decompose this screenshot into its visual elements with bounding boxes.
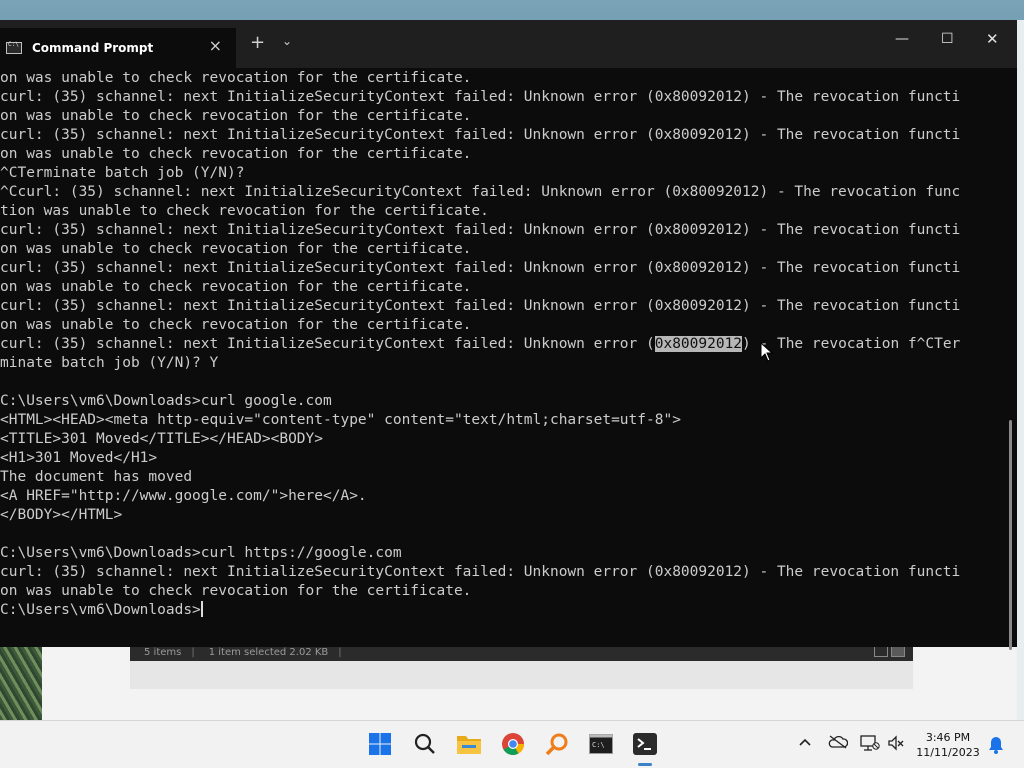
console-line: C:\Users\vm6\Downloads>curl google.com — [0, 393, 332, 409]
console-line: </BODY></HTML> — [0, 507, 123, 523]
title-bar[interactable]: Command Prompt × + ⌄ — ☐ ✕ — [0, 20, 1017, 68]
console-output[interactable]: on was unable to check revocation for th… — [0, 68, 1005, 648]
terminal-icon — [633, 733, 657, 755]
clock-date: 11/11/2023 — [916, 746, 980, 759]
text-selection[interactable]: 0x80092012 — [654, 336, 743, 352]
console-line: <TITLE>301 Moved</TITLE></HEAD><BODY> — [0, 431, 324, 447]
command-prompt-line[interactable]: C:\Users\vm6\Downloads> — [0, 601, 1005, 620]
mouse-pointer-icon — [760, 342, 774, 362]
cmd-taskbar-button[interactable]: C:\ — [586, 729, 616, 759]
console-line: C:\Users\vm6\Downloads>curl https://goog… — [0, 545, 402, 561]
clock[interactable]: 3:46 PM 11/11/2023 — [912, 730, 984, 760]
console-line: ^Ccurl: (35) schannel: next InitializeSe… — [0, 184, 961, 200]
console-line: on was unable to check revocation for th… — [0, 279, 472, 295]
background-window-edge — [1017, 20, 1024, 720]
selection-info: 1 item selected 2.02 KB — [208, 646, 329, 658]
folder-icon — [457, 736, 481, 754]
search-icon — [414, 733, 435, 754]
start-button[interactable] — [365, 729, 395, 759]
console-line: curl: (35) schannel: next InitializeSecu… — [0, 127, 961, 143]
console-line: <H1>301 Moved</H1> — [0, 450, 158, 466]
onedrive-icon[interactable] — [828, 735, 849, 753]
console-line: curl: (35) schannel: next InitializeSecu… — [0, 298, 961, 314]
chrome-icon — [502, 733, 524, 755]
console-line: ^CTerminate batch job (Y/N)? — [0, 165, 245, 181]
console-line: curl: (35) schannel: next InitializeSecu… — [0, 89, 961, 105]
console-line: <HTML><HEAD><meta http-equiv="content-ty… — [0, 412, 681, 428]
explorer-window-body — [130, 661, 913, 689]
console-line: tion was unable to check revocation for … — [0, 203, 489, 219]
taskbar: C:\ 3:46 PM 11/11/2023 — [0, 720, 1024, 768]
notification-bell-icon[interactable] — [988, 736, 1004, 758]
status-separator: | — [191, 646, 195, 658]
close-button[interactable]: ✕ — [986, 32, 999, 47]
cmd-icon: C:\ — [589, 734, 613, 754]
scrollbar[interactable] — [1009, 420, 1012, 650]
windows-logo-icon — [369, 733, 391, 755]
magnifier-app-icon — [545, 733, 568, 756]
console-line: <A HREF="http://www.google.com/">here</A… — [0, 488, 367, 504]
svg-text:C:\: C:\ — [592, 741, 605, 749]
console-line: on was unable to check revocation for th… — [0, 70, 472, 86]
console-line: on was unable to check revocation for th… — [0, 583, 472, 599]
file-explorer-button[interactable] — [454, 729, 484, 759]
active-indicator — [638, 763, 652, 766]
console-line: The document has moved — [0, 469, 193, 485]
console-line: curl: (35) schannel: next InitializeSecu… — [0, 564, 961, 580]
chrome-button[interactable] — [498, 729, 528, 759]
console-line: on was unable to check revocation for th… — [0, 108, 472, 124]
volume-muted-icon[interactable] — [887, 735, 905, 755]
search-button[interactable] — [410, 729, 440, 759]
wallpaper-foliage — [0, 640, 42, 720]
search-app-button[interactable] — [542, 729, 572, 759]
cmd-icon — [6, 41, 22, 54]
clock-time: 3:46 PM — [925, 731, 971, 744]
text-cursor — [200, 601, 203, 617]
console-line: minate batch job (Y/N)? Y — [0, 355, 219, 371]
network-icon[interactable] — [860, 735, 880, 755]
console-line: on was unable to check revocation for th… — [0, 146, 472, 162]
new-tab-button[interactable]: + — [250, 34, 265, 52]
console-line: on was unable to check revocation for th… — [0, 241, 472, 257]
prompt-text: C:\Users\vm6\Downloads> — [0, 602, 201, 618]
tab-command-prompt[interactable]: Command Prompt × — [0, 28, 236, 68]
terminal-taskbar-button[interactable] — [630, 729, 660, 759]
tab-title: Command Prompt — [32, 41, 154, 55]
console-line: curl: (35) schannel: next InitializeSecu… — [0, 336, 961, 352]
maximize-button[interactable]: ☐ — [941, 32, 954, 46]
chevron-up-icon[interactable] — [798, 735, 812, 751]
close-tab-icon[interactable]: × — [209, 38, 222, 54]
item-count: 5 items — [144, 646, 182, 658]
console-line: on was unable to check revocation for th… — [0, 317, 472, 333]
terminal-window[interactable]: Command Prompt × + ⌄ — ☐ ✕ on was unable… — [0, 20, 1017, 650]
minimize-button[interactable]: — — [895, 32, 909, 46]
console-line: curl: (35) schannel: next InitializeSecu… — [0, 260, 961, 276]
console-line: curl: (35) schannel: next InitializeSecu… — [0, 222, 961, 238]
chevron-down-icon[interactable]: ⌄ — [282, 34, 292, 48]
status-separator: | — [338, 646, 342, 658]
